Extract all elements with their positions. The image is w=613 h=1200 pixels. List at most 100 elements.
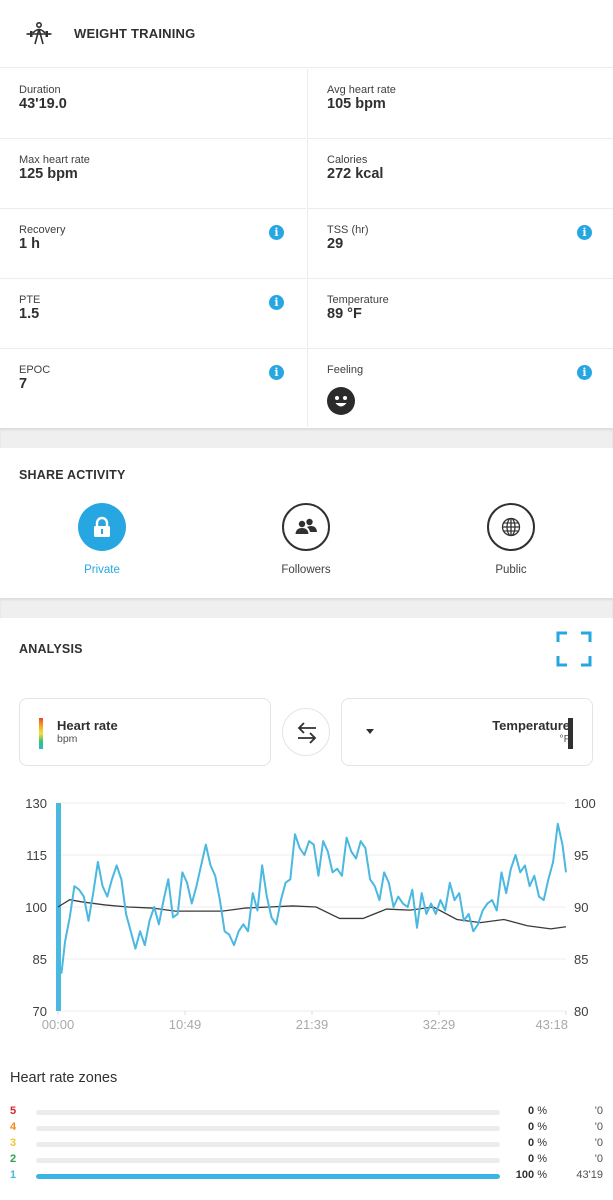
y-right-tick-label: 85 [574,952,588,967]
zone-progress-track [36,1174,500,1179]
zone-time: 43'19 [576,1169,603,1181]
info-icon[interactable]: i [269,365,284,380]
zone-row-3: 3 0 % '0 [0,1137,613,1151]
stat-duration: Duration 43'19.0 [0,69,306,139]
stat-label: Recovery [19,224,66,236]
zone-time: '0 [594,1153,603,1165]
zone-progress-track [36,1142,500,1147]
zone-time: '0 [594,1121,603,1133]
zone-percent: 100 % [515,1169,547,1181]
analysis-chart[interactable]: 70851001151308085909510000:00 10:49 21:39 3… [0,788,613,1038]
stat-value: 89 °F [327,306,362,322]
heart-rate-gradient-swatch [39,718,43,749]
stat-feeling: Feeling i [307,349,613,427]
section-divider [0,428,613,448]
stat-label: Max heart rate [19,154,90,166]
zone-row-2: 2 0 % '0 [0,1153,613,1167]
stat-value: 7 [19,376,28,392]
zone-number: 2 [10,1153,17,1165]
stat-avg-heart-rate: Avg heart rate 105 bpm [307,69,613,139]
zone-number: 5 [10,1105,17,1117]
stat-temperature: Temperature 89 °F [307,279,613,349]
x-tick-label: 32:29 [423,1017,456,1032]
stat-label: Feeling [327,364,364,376]
y-right-tick-label: 80 [574,1004,588,1019]
zone-percent: 0 % [528,1105,547,1117]
stat-value: 43'19.0 [19,96,67,112]
zone-row-1: 1 100 % 43'19 [0,1169,613,1183]
swap-metrics-button[interactable] [282,708,330,756]
stat-value: 105 bpm [327,96,386,112]
zone-time: '0 [594,1137,603,1149]
share-activity-section: SHARE ACTIVITY Private Followers Public [0,448,613,598]
stat-recovery: Recovery 1 h i [0,209,306,279]
public-button[interactable] [487,503,535,551]
zone-number: 1 [10,1169,17,1181]
stat-value: 1 h [19,236,40,252]
stat-label: EPOC [19,364,51,376]
analysis-title: ANALYSIS [19,642,83,656]
stat-label: Duration [19,84,61,96]
share-option-public[interactable]: Public [461,503,561,583]
y-right-tick-label: 100 [574,796,596,811]
followers-icon [295,518,317,534]
dropdown-caret-icon[interactable] [366,729,374,734]
share-option-label: Followers [281,564,331,576]
fullscreen-icon[interactable] [556,631,592,667]
stat-label: Calories [327,154,368,166]
primary-metric-selector[interactable]: Heart rate bpm [19,698,271,766]
zone-time: '0 [594,1105,603,1117]
y-left-tick-label: 115 [26,848,47,863]
zone-progress-track [36,1158,500,1163]
info-icon[interactable]: i [269,295,284,310]
share-option-label: Private [84,564,120,576]
temperature-color-swatch [568,718,573,749]
x-tick-label: 00:00 [42,1017,75,1032]
info-icon[interactable]: i [269,225,284,240]
zone-percent: 0 % [528,1137,547,1149]
globe-icon [501,517,521,537]
x-tick-label: 43:18 [535,1017,568,1032]
primary-metric-name: Heart rate [57,718,118,733]
zone-percent: 0 % [528,1153,547,1165]
followers-button[interactable] [282,503,330,551]
info-icon[interactable]: i [577,365,592,380]
stat-max-heart-rate: Max heart rate 125 bpm [0,139,306,209]
stat-pte: PTE 1.5 i [0,279,306,349]
secondary-metric-name: Temperature [492,718,570,733]
zone-progress-fill [36,1174,500,1179]
lock-icon [94,516,110,537]
stats-grid: Duration 43'19.0 Avg heart rate 105 bpm … [0,69,613,427]
analysis-section: ANALYSIS Heart rate bpm Temperature °F 7… [0,618,613,1200]
y-right-tick-label: 90 [574,900,588,915]
zone-percent: 0 % [528,1121,547,1133]
activity-header: WEIGHT TRAINING [0,0,613,68]
x-tick-label: 10:49 [169,1017,202,1032]
zone-progress-track [36,1126,500,1131]
stat-label: Temperature [327,294,389,306]
share-option-label: Public [495,564,527,576]
y-left-tick-label: 85 [33,952,47,967]
zone-progress-track [36,1110,500,1115]
zone-number: 4 [10,1121,17,1133]
zone-row-4: 4 0 % '0 [0,1121,613,1135]
stat-value: 29 [327,236,344,252]
stat-label: Avg heart rate [327,84,396,96]
stat-tss: TSS (hr) 29 i [307,209,613,279]
y-right-tick-label: 95 [574,848,588,863]
share-option-private[interactable]: Private [52,503,152,583]
share-option-followers[interactable]: Followers [256,503,356,583]
zone-row-5: 5 0 % '0 [0,1105,613,1119]
stat-value: 125 bpm [19,166,78,182]
secondary-metric-selector[interactable]: Temperature °F [341,698,593,766]
primary-metric-unit: bpm [57,733,78,745]
stat-calories: Calories 272 kcal [307,139,613,209]
info-icon[interactable]: i [577,225,592,240]
temperature-line [57,899,567,930]
heart-rate-line [57,822,567,974]
stat-epoc: EPOC 7 i [0,349,306,427]
private-button[interactable] [78,503,126,551]
x-tick-label: 21:39 [296,1017,329,1032]
section-divider [0,598,613,618]
y-left-tick-label: 100 [25,900,47,915]
